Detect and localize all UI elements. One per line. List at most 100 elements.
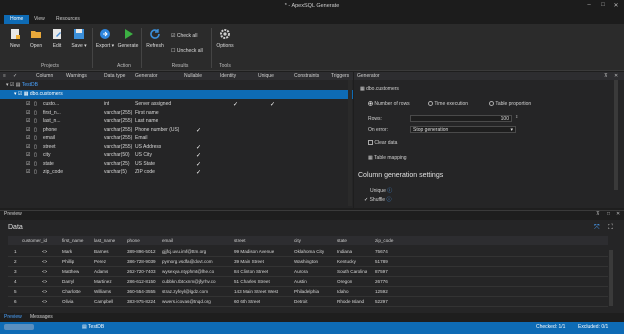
- preview-row[interactable]: 4 <> Darryl Martinez 286-612-8150 cubbkn.tbtc…: [8, 278, 608, 287]
- cell-nullable: ✓: [196, 127, 202, 134]
- col-header-constraints[interactable]: Constraints: [294, 73, 319, 79]
- check-all-button[interactable]: ☑ Check all: [171, 33, 197, 39]
- table-row[interactable]: ☑ ▯ custo... int Server assigned ✓ ✓: [0, 100, 348, 109]
- preview-scrollbar[interactable]: [609, 250, 613, 306]
- close-icon[interactable]: ✕: [611, 2, 621, 9]
- preview-cell: <>: [42, 299, 48, 304]
- gear-icon: [220, 29, 230, 39]
- pin-icon[interactable]: ⊼: [596, 211, 600, 217]
- preview-row[interactable]: 6 <> Olivia Campbell 383-975-8224 wwers.icova…: [8, 298, 608, 307]
- close-pane-icon[interactable]: ✕: [614, 73, 618, 79]
- uncheck-all-button[interactable]: ☐ Uncheck all: [171, 48, 203, 54]
- edit-button[interactable]: Edit: [46, 28, 68, 49]
- row-checkbox[interactable]: ☑: [26, 169, 30, 175]
- preview-cell: Oregon: [337, 279, 353, 284]
- tab-preview[interactable]: Preview: [4, 314, 22, 320]
- table-row[interactable]: ☑ ▯ street varchar(255) US Address ✓: [0, 143, 348, 152]
- grid-scrollbar[interactable]: [348, 80, 352, 206]
- new-button[interactable]: New: [4, 28, 26, 49]
- row-number: 3: [14, 269, 17, 274]
- on-error-select[interactable]: Stop generation ▾: [410, 126, 516, 133]
- radio-table-proportion[interactable]: Table proportion: [489, 101, 531, 107]
- row-checkbox[interactable]: ☑: [26, 152, 30, 158]
- preview-col-header[interactable]: first_name: [62, 238, 83, 243]
- row-checkbox[interactable]: ☑: [26, 110, 30, 116]
- header-check[interactable]: ✓: [13, 73, 17, 79]
- table-row[interactable]: ☑ ▯ email varchar(255) Email: [0, 134, 348, 143]
- tab-view[interactable]: View: [28, 15, 51, 24]
- generator-header: [354, 72, 624, 80]
- expand-icon[interactable]: ⤧: [594, 224, 600, 232]
- grid-menu-icon[interactable]: ≡: [3, 73, 6, 79]
- refresh-button[interactable]: Refresh: [144, 28, 166, 49]
- row-checkbox[interactable]: ☑: [26, 127, 30, 133]
- cell-nullable: ✓: [196, 153, 202, 159]
- tab-messages[interactable]: Messages: [30, 314, 53, 320]
- radio-number-of-rows[interactable]: Number of rows: [368, 101, 410, 107]
- close-pane-icon[interactable]: ✕: [616, 211, 620, 217]
- col-header-warnings[interactable]: Warnings: [66, 73, 87, 79]
- db-node[interactable]: ▾ ☑ ▤ TestDB: [6, 82, 38, 88]
- radio-time-execution[interactable]: Time execution: [428, 101, 468, 107]
- row-checkbox[interactable]: ☑: [26, 101, 30, 107]
- table-mapping-button[interactable]: ▦ Table mapping: [368, 155, 407, 161]
- minimize-icon[interactable]: –: [584, 2, 594, 8]
- save-button[interactable]: Save ▾: [68, 28, 90, 49]
- pin-icon[interactable]: ⊼: [604, 73, 608, 79]
- preview-col-header[interactable]: state: [337, 238, 347, 243]
- tab-resources[interactable]: Resources: [50, 15, 86, 24]
- table-node[interactable]: ▾ ☑ ▦ dbo.customers: [14, 91, 63, 97]
- col-header-generator[interactable]: Generator: [135, 73, 158, 79]
- export-button[interactable]: Export ▾: [94, 28, 116, 49]
- preview-row[interactable]: 1 <> Mark Barnes 389-896-5012 gjjfcj.uvu.imf@…: [8, 248, 608, 257]
- table-row[interactable]: ☑ ▯ zip_code varchar(5) ZIP code ✓: [0, 168, 348, 177]
- fullscreen-icon[interactable]: ⛶: [608, 224, 613, 232]
- cell-generator: Last name: [135, 118, 159, 124]
- group-label-tools: Tools: [219, 63, 231, 69]
- play-icon: [125, 29, 133, 39]
- row-checkbox[interactable]: ☑: [26, 118, 30, 124]
- options-button[interactable]: Options: [214, 28, 236, 49]
- table-row[interactable]: ☑ ▯ first_n... varchar(255) First name: [0, 109, 348, 118]
- rows-stepper[interactable]: ⇕: [515, 114, 518, 119]
- row-checkbox[interactable]: ☑: [26, 144, 30, 150]
- table-row[interactable]: ☑ ▯ last_n... varchar(255) Last name: [0, 117, 348, 126]
- preview-cell: South Carolina: [337, 269, 368, 274]
- preview-cell: <>: [42, 269, 48, 274]
- col-header-triggers[interactable]: Triggers: [331, 73, 349, 79]
- rows-input[interactable]: 100: [410, 115, 512, 122]
- preview-col-header[interactable]: city: [294, 238, 301, 243]
- clear-data-checkbox[interactable]: Clear data: [368, 140, 397, 146]
- unique-label[interactable]: Unique ⓘ: [370, 187, 392, 194]
- info-icon[interactable]: ⓘ: [387, 188, 392, 194]
- maximize-icon[interactable]: □: [598, 2, 608, 8]
- cell-nullable: ✓: [196, 144, 202, 151]
- generate-button[interactable]: Generate: [117, 28, 139, 49]
- tab-home[interactable]: Home: [4, 15, 30, 24]
- col-header-identity[interactable]: Identity: [220, 73, 236, 79]
- col-header-unique[interactable]: Unique: [258, 73, 274, 79]
- shuffle-checkbox[interactable]: ✓ Shuffle ⓘ: [364, 196, 391, 203]
- preview-col-header[interactable]: customer_id: [22, 238, 47, 243]
- col-header-column[interactable]: Column: [36, 73, 53, 79]
- preview-col-header[interactable]: last_name: [94, 238, 115, 243]
- preview-col-header[interactable]: zip_code: [375, 238, 393, 243]
- table-row[interactable]: ☑ ▯ state varchar(25) US State ✓: [0, 160, 348, 169]
- open-button[interactable]: Open: [25, 28, 47, 49]
- preview-row[interactable]: 3 <> Matthew Adams 262-720-7403 wysexya.ntyph…: [8, 268, 608, 277]
- preview-row[interactable]: 2 <> Phillip Perez 386-728-9039 pymorg.vsdfa@…: [8, 258, 608, 267]
- row-checkbox[interactable]: ☑: [26, 135, 30, 141]
- preview-col-header[interactable]: email: [162, 238, 173, 243]
- table-row[interactable]: ☑ ▯ phone varchar(255) Phone number (US) ✓: [0, 126, 348, 135]
- generator-scrollbar[interactable]: [614, 80, 618, 190]
- preview-row[interactable]: 5 <> Charlotte Williams 360-554-3555 straz.zy…: [8, 288, 608, 297]
- preview-col-header[interactable]: street: [234, 238, 246, 243]
- preview-col-header[interactable]: phone: [127, 238, 140, 243]
- row-checkbox[interactable]: ☑: [26, 161, 30, 167]
- table-row[interactable]: ☑ ▯ city varchar(50) US City ✓: [0, 151, 348, 160]
- cell-generator: Email: [135, 135, 148, 141]
- info-icon[interactable]: ⓘ: [386, 197, 391, 203]
- col-header-nullable[interactable]: Nullable: [184, 73, 202, 79]
- maximize-pane-icon[interactable]: □: [607, 211, 610, 217]
- col-header-data-type[interactable]: Data type: [104, 73, 125, 79]
